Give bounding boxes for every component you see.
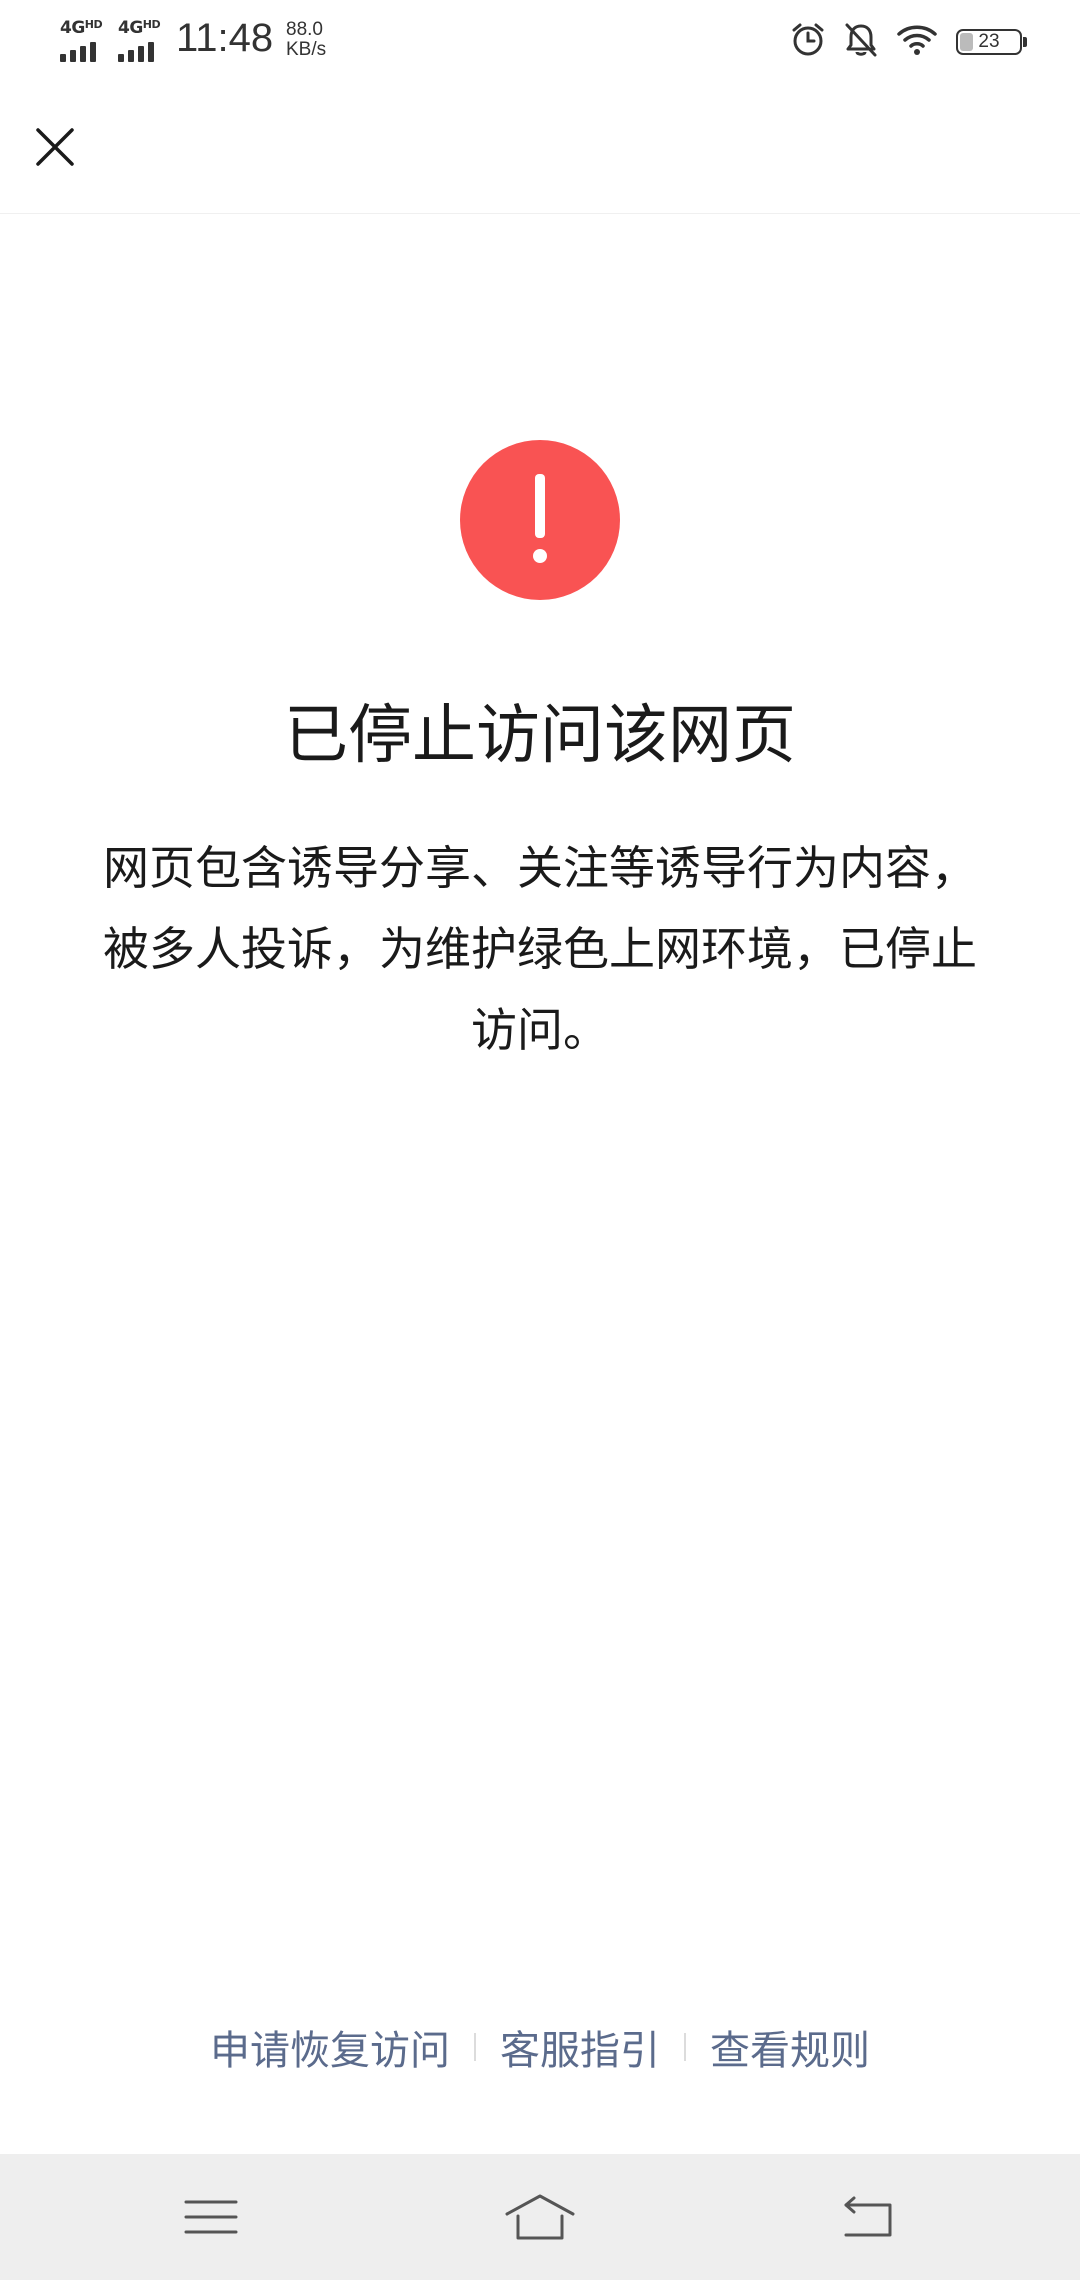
page-title: 已停止访问该网页 (284, 699, 796, 773)
footer-links: 申请恢复访问 客服指引 查看规则 (0, 2018, 1080, 2076)
wifi-icon (896, 23, 938, 61)
sim2-network-label: 4GHD (118, 18, 161, 38)
link-divider (684, 2033, 686, 2061)
network-speed-value: 88.0 (286, 19, 323, 40)
bell-muted-icon (844, 22, 878, 62)
customer-service-guide-link[interactable]: 客服指引 (500, 2018, 660, 2076)
home-icon (505, 2194, 575, 2240)
exclamation-icon (533, 474, 547, 563)
request-restore-access-link[interactable]: 申请恢复访问 (210, 2018, 450, 2076)
menu-button[interactable] (171, 2182, 251, 2252)
clock: 11:48 (176, 16, 274, 60)
back-icon (844, 2196, 892, 2237)
notice-message: 网页包含诱导分享、关注等诱导行为内容，被多人投诉，为维护绿色上网环境，已停止访问… (103, 841, 977, 1057)
link-divider (474, 2033, 476, 2061)
signal-bars-icon (60, 42, 96, 62)
status-bar: 4GHD 4GHD 11:48 88.0 KB/s 23 (0, 0, 1080, 82)
network-speed-unit: KB/s (286, 39, 327, 60)
system-navigation-bar (0, 2154, 1080, 2280)
alarm-icon (790, 22, 826, 62)
signal-bars-icon (118, 42, 154, 62)
battery-icon: 23 (956, 29, 1027, 55)
back-button[interactable] (829, 2182, 909, 2252)
sim1-signal: 4GHD (60, 18, 110, 62)
close-icon (36, 128, 74, 166)
sim2-signal: 4GHD (118, 18, 168, 62)
warning-badge (460, 440, 620, 600)
top-nav-bar (0, 82, 1080, 214)
home-button[interactable] (500, 2182, 580, 2252)
close-button[interactable] (28, 120, 82, 174)
battery-level: 23 (978, 31, 1000, 52)
sim1-network-label: 4GHD (60, 18, 103, 38)
menu-icon (184, 2200, 238, 2234)
screen: 4GHD 4GHD 11:48 88.0 KB/s 23 已停止访问该网页 网页… (0, 0, 1080, 2280)
network-speed: 88.0 KB/s (286, 20, 326, 60)
view-rules-link[interactable]: 查看规则 (710, 2018, 870, 2076)
status-icons: 23 (790, 22, 1027, 62)
